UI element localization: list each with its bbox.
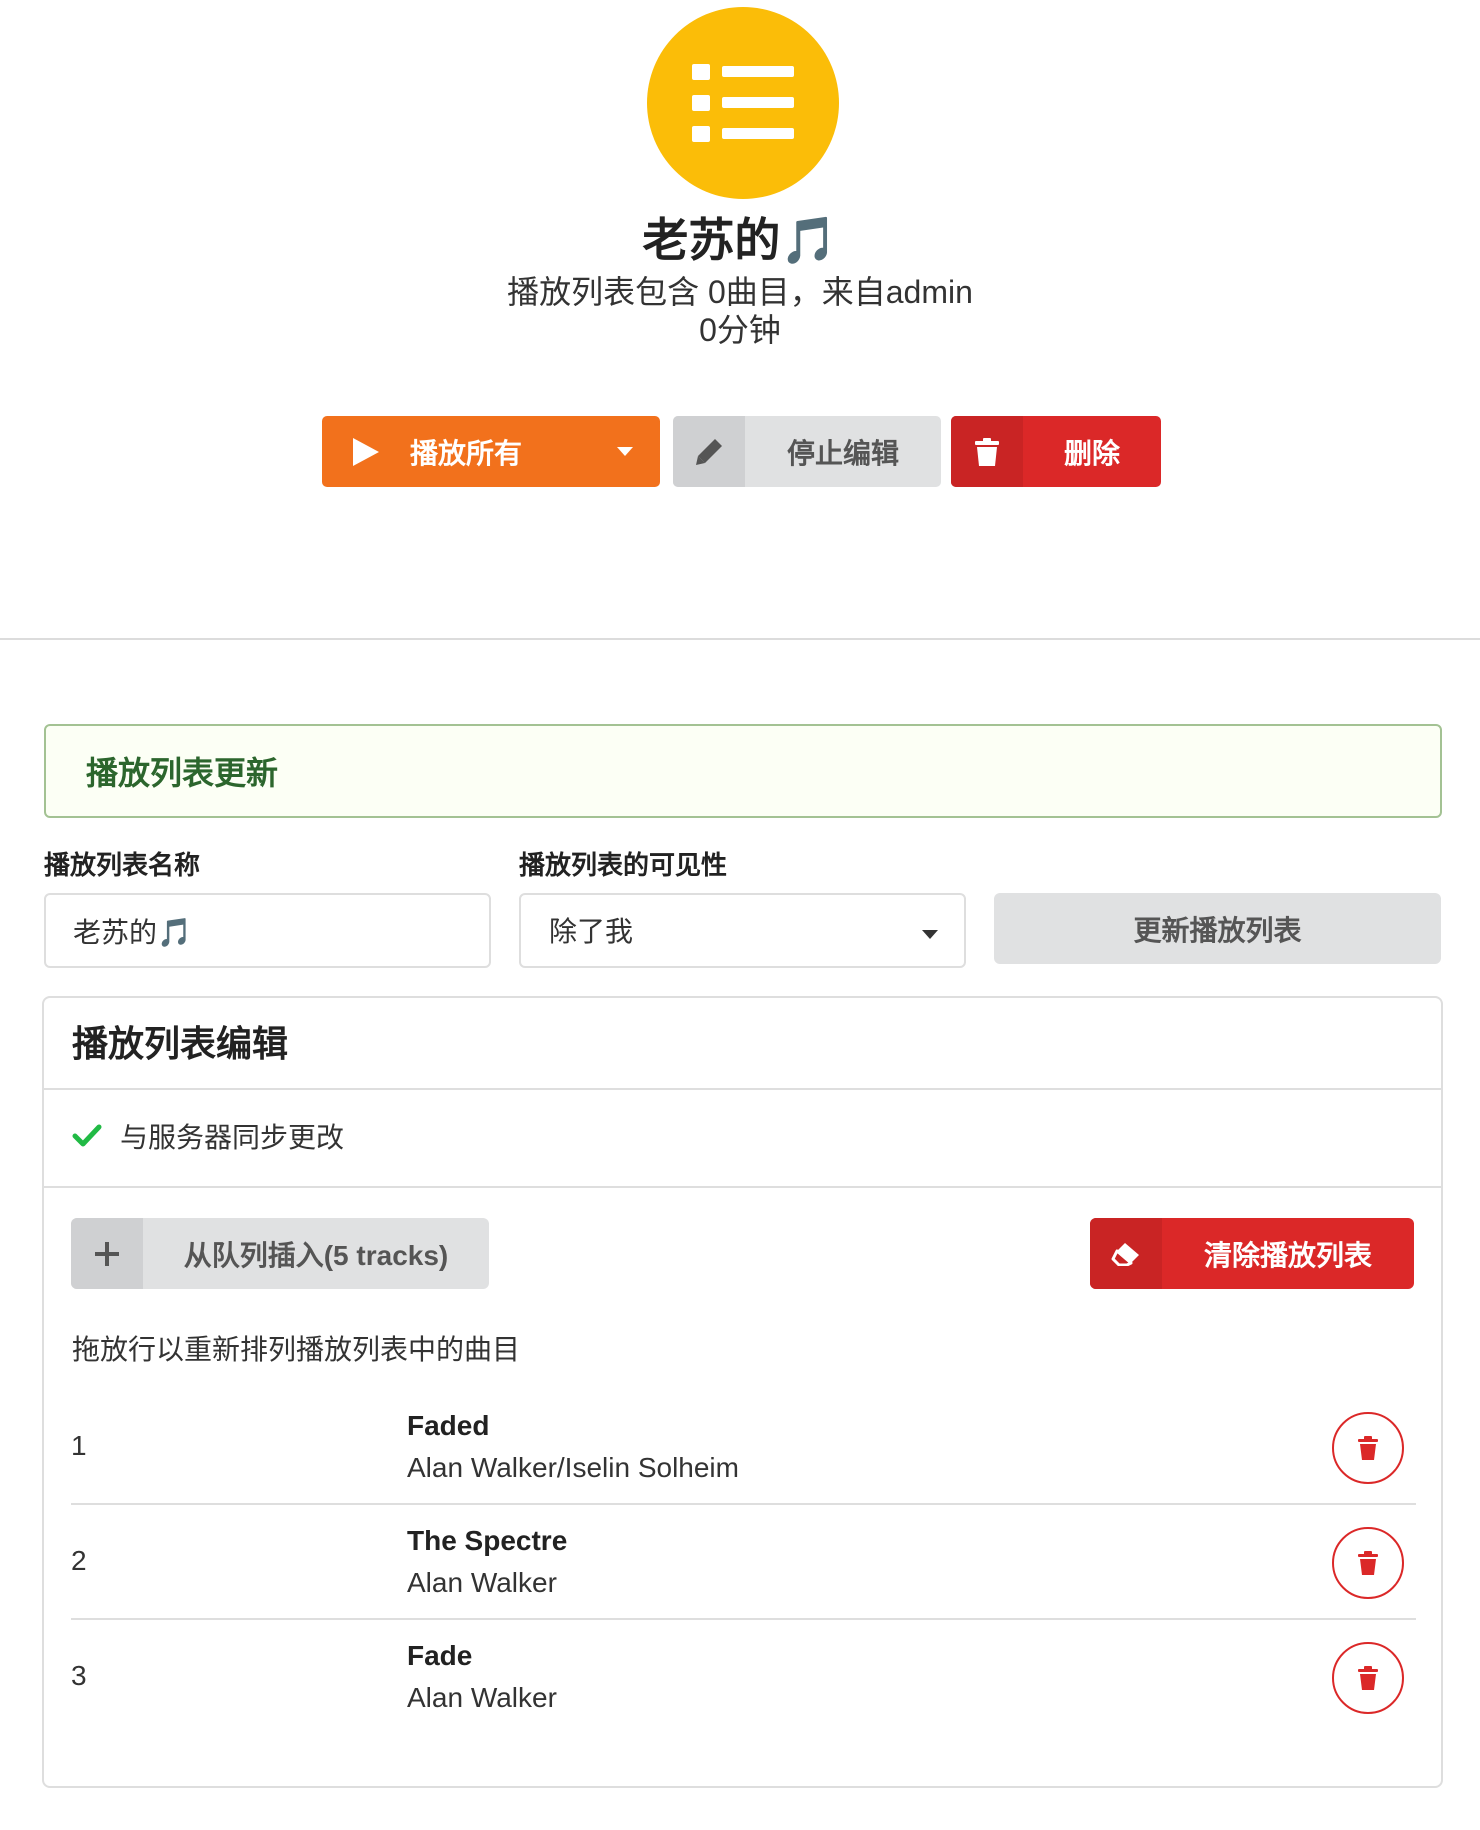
delete-label: 删除: [1063, 437, 1120, 469]
play-all-button[interactable]: 播放所有: [322, 416, 660, 487]
edit-panel-header: 播放列表编辑: [44, 998, 1441, 1090]
playlist-edit-panel: 播放列表编辑 与服务器同步更改 从队列插入(5 tracks) 清除播放列表 拖…: [42, 996, 1443, 1788]
update-message: 播放列表更新: [44, 724, 1442, 818]
playlist-title: 老苏的🎵: [642, 214, 838, 266]
track-artist: Alan Walker/Iselin Solheim: [407, 1452, 739, 1483]
remove-track-button[interactable]: [1332, 1412, 1404, 1484]
track-number: 3: [71, 1660, 87, 1691]
playlist-duration: 0分钟: [699, 312, 781, 348]
track-title: The Spectre: [407, 1525, 568, 1556]
visibility-select[interactable]: 除了我: [519, 893, 966, 968]
playlist-subtitle: 播放列表包含 0曲目，来自admin: [507, 274, 973, 310]
playlist-name-input[interactable]: [44, 893, 491, 968]
visibility-selected-value: 除了我: [549, 916, 634, 947]
track-number: 2: [71, 1545, 87, 1576]
playlist-visibility-label: 播放列表的可见性: [519, 850, 728, 880]
eraser-icon: [1090, 1218, 1162, 1289]
trash-icon: [1358, 1436, 1378, 1460]
drag-hint: 拖放行以重新排列播放列表中的曲目: [72, 1334, 521, 1365]
clear-playlist-label: 清除播放列表: [1203, 1239, 1372, 1271]
playlist-header: 老苏的🎵 播放列表包含 0曲目，来自admin 0分钟 播放所有 停止编辑 删除: [0, 0, 1480, 640]
caret-down-icon: [922, 926, 938, 944]
playlist-name-label: 播放列表名称: [44, 850, 201, 880]
track-row[interactable]: 1 Faded Alan Walker/Iselin Solheim: [71, 1390, 1416, 1505]
track-artist: Alan Walker: [407, 1567, 557, 1598]
plus-icon: [71, 1218, 143, 1289]
edit-panel-title: 播放列表编辑: [72, 1023, 289, 1064]
insert-from-queue-button[interactable]: 从队列插入(5 tracks): [71, 1218, 489, 1289]
remove-track-button[interactable]: [1332, 1527, 1404, 1599]
play-all-dropdown[interactable]: [590, 416, 660, 487]
track-title: Faded: [407, 1410, 490, 1441]
playlist-logo: [647, 7, 839, 199]
track-row[interactable]: 2 The Spectre Alan Walker: [71, 1505, 1416, 1620]
pencil-icon: [673, 416, 745, 487]
sync-status-text: 与服务器同步更改: [120, 1122, 345, 1153]
trash-icon: [1358, 1666, 1378, 1690]
track-row[interactable]: 3 Fade Alan Walker: [71, 1620, 1416, 1735]
clear-playlist-button[interactable]: 清除播放列表: [1090, 1218, 1414, 1289]
track-artist: Alan Walker: [407, 1682, 557, 1713]
caret-down-icon: [617, 447, 633, 456]
update-playlist-button[interactable]: 更新播放列表: [994, 893, 1441, 964]
stop-edit-button[interactable]: 停止编辑: [673, 416, 941, 487]
play-icon: [322, 416, 410, 487]
track-title: Fade: [407, 1640, 473, 1671]
insert-from-queue-label: 从队列插入(5 tracks): [183, 1239, 449, 1271]
sync-status: 与服务器同步更改: [44, 1090, 1441, 1188]
trash-icon: [1358, 1551, 1378, 1575]
list-icon: [692, 64, 794, 142]
delete-playlist-button[interactable]: 删除: [951, 416, 1161, 487]
checkmark-icon: [72, 1124, 102, 1147]
update-message-text: 播放列表更新: [86, 755, 279, 791]
remove-track-button[interactable]: [1332, 1642, 1404, 1714]
trash-icon: [951, 416, 1023, 487]
section-divider: [0, 638, 1480, 640]
track-number: 1: [71, 1430, 87, 1461]
stop-edit-label: 停止编辑: [786, 437, 899, 469]
play-all-label: 播放所有: [410, 437, 523, 469]
